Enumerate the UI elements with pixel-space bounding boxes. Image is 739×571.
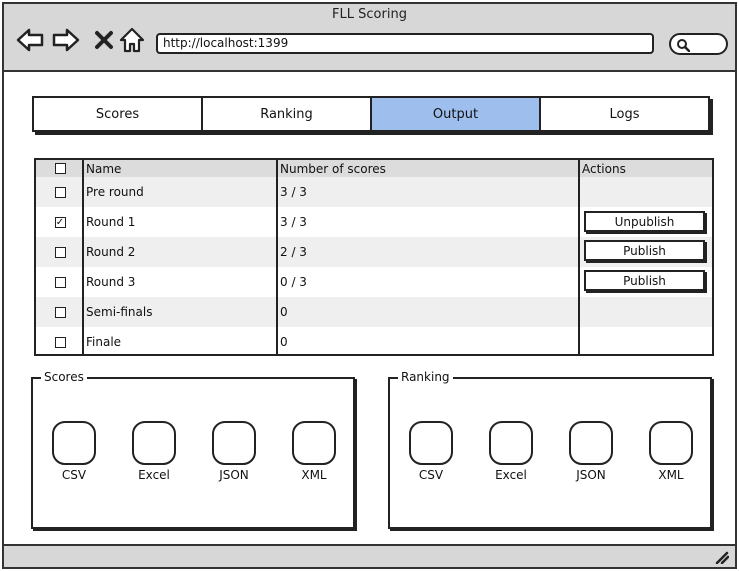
ranking-excel-export[interactable]: Excel — [481, 421, 541, 482]
score-count: 0 — [280, 335, 288, 349]
score-count: 3 / 3 — [280, 185, 307, 199]
resize-grip-icon[interactable] — [713, 551, 729, 564]
row-checkbox[interactable]: ✓ — [54, 216, 66, 228]
export-label: JSON — [219, 468, 249, 482]
score-count: 3 / 3 — [280, 215, 307, 229]
address-bar[interactable]: http://localhost:1399 — [156, 33, 654, 54]
column-divider — [82, 160, 84, 354]
table-row: Finale 0 — [36, 327, 712, 357]
scores-group-label: Scores — [41, 370, 87, 384]
back-button[interactable] — [16, 26, 44, 54]
forward-arrow-icon — [52, 28, 80, 52]
round-name: Round 2 — [86, 245, 136, 259]
table-header-row: Name Number of scores Actions — [36, 160, 712, 177]
stop-button[interactable] — [90, 26, 118, 54]
row-checkbox[interactable] — [54, 306, 66, 318]
round-name: Finale — [86, 335, 122, 349]
window-title: FLL Scoring — [332, 7, 407, 22]
row-checkbox[interactable] — [54, 186, 66, 198]
row-checkbox[interactable] — [54, 276, 66, 288]
ranking-xml-export[interactable]: XML — [641, 421, 701, 482]
ranking-csv-export[interactable]: CSV — [401, 421, 461, 482]
scores-export-group: Scores CSV Excel JSON XML — [31, 370, 355, 529]
column-header-number-of-scores: Number of scores — [280, 161, 386, 176]
column-header-name: Name — [86, 161, 122, 176]
ranking-json-export[interactable]: JSON — [561, 421, 621, 482]
search-field[interactable] — [669, 33, 728, 55]
tab-ranking[interactable]: Ranking — [203, 98, 372, 130]
column-divider — [578, 160, 580, 354]
tab-scores[interactable]: Scores — [34, 98, 203, 130]
forward-button[interactable] — [52, 26, 80, 54]
back-arrow-icon — [16, 28, 44, 52]
home-icon — [119, 27, 145, 53]
round-name: Round 3 — [86, 275, 136, 289]
scores-csv-export[interactable]: CSV — [44, 421, 104, 482]
ranking-export-group: Ranking CSV Excel JSON XML — [388, 370, 712, 529]
csv-icon — [409, 421, 453, 465]
column-header-actions: Actions — [582, 161, 626, 176]
export-label: XML — [301, 468, 327, 482]
score-count: 2 / 3 — [280, 245, 307, 259]
export-label: CSV — [61, 468, 87, 482]
xml-icon — [292, 421, 336, 465]
json-icon — [569, 421, 613, 465]
export-label: Excel — [138, 468, 170, 482]
table-row: Semi-finals 0 — [36, 297, 712, 327]
publish-button[interactable]: Publish — [584, 270, 705, 291]
export-label: XML — [658, 468, 684, 482]
round-name: Pre round — [86, 185, 144, 199]
rounds-table: Name Number of scores Actions Pre round … — [34, 158, 714, 356]
title-bar: FLL Scoring http://localhost:1399 — [4, 4, 735, 72]
round-name: Round 1 — [86, 215, 136, 229]
browser-window: FLL Scoring http://localhost:1399 Scores… — [2, 2, 737, 569]
home-button[interactable] — [118, 26, 146, 54]
close-icon — [95, 31, 113, 49]
round-name: Semi-finals — [86, 305, 153, 319]
search-icon — [677, 39, 690, 52]
column-divider — [276, 160, 278, 354]
xml-icon — [649, 421, 693, 465]
excel-icon — [132, 421, 176, 465]
row-checkbox[interactable] — [54, 246, 66, 258]
excel-icon — [489, 421, 533, 465]
tab-output[interactable]: Output — [372, 98, 541, 130]
score-count: 0 / 3 — [280, 275, 307, 289]
tab-bar: Scores Ranking Output Logs — [32, 96, 710, 132]
scores-xml-export[interactable]: XML — [284, 421, 344, 482]
csv-icon — [52, 421, 96, 465]
json-icon — [212, 421, 256, 465]
select-all-checkbox[interactable] — [54, 163, 66, 174]
export-label: Excel — [495, 468, 527, 482]
scores-json-export[interactable]: JSON — [204, 421, 264, 482]
unpublish-button[interactable]: Unpublish — [584, 211, 705, 232]
status-bar — [4, 544, 735, 567]
tab-logs[interactable]: Logs — [541, 98, 708, 130]
score-count: 0 — [280, 305, 288, 319]
export-label: CSV — [418, 468, 444, 482]
export-label: JSON — [576, 468, 606, 482]
table-row: Pre round 3 / 3 — [36, 177, 712, 207]
publish-button[interactable]: Publish — [584, 240, 705, 261]
scores-excel-export[interactable]: Excel — [124, 421, 184, 482]
ranking-group-label: Ranking — [398, 370, 453, 384]
row-checkbox[interactable] — [54, 336, 66, 348]
